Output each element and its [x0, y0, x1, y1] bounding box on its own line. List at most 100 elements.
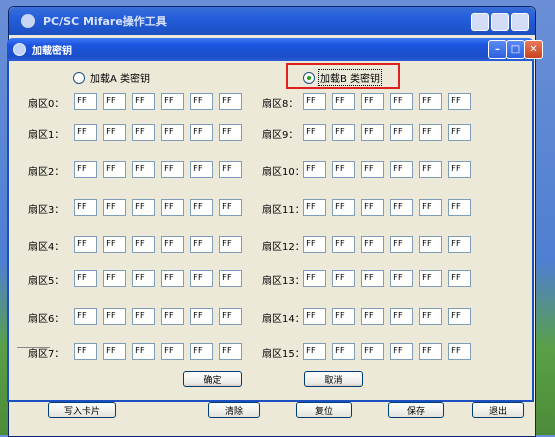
- key-byte-input[interactable]: FF: [74, 199, 97, 216]
- key-byte-input[interactable]: FF: [419, 161, 442, 178]
- key-byte-input[interactable]: FF: [332, 161, 355, 178]
- key-byte-input[interactable]: FF: [219, 343, 242, 360]
- key-byte-input[interactable]: FF: [332, 343, 355, 360]
- key-byte-input[interactable]: FF: [161, 343, 184, 360]
- reset-button[interactable]: 复位: [296, 402, 352, 418]
- key-byte-input[interactable]: FF: [132, 308, 155, 325]
- key-byte-input[interactable]: FF: [219, 93, 242, 110]
- key-byte-input[interactable]: FF: [74, 270, 97, 287]
- minimize-icon[interactable]: [471, 13, 489, 31]
- key-byte-input[interactable]: FF: [419, 124, 442, 141]
- key-byte-input[interactable]: FF: [419, 270, 442, 287]
- key-byte-input[interactable]: FF: [132, 236, 155, 253]
- key-byte-input[interactable]: FF: [419, 343, 442, 360]
- minimize-icon[interactable]: –: [488, 40, 507, 59]
- key-byte-input[interactable]: FF: [419, 199, 442, 216]
- clear-button[interactable]: 清除: [208, 402, 260, 418]
- key-byte-input[interactable]: FF: [448, 270, 471, 287]
- key-byte-input[interactable]: FF: [132, 161, 155, 178]
- key-byte-input[interactable]: FF: [390, 343, 413, 360]
- key-byte-input[interactable]: FF: [448, 161, 471, 178]
- key-byte-input[interactable]: FF: [103, 199, 126, 216]
- key-byte-input[interactable]: FF: [303, 93, 326, 110]
- ok-button[interactable]: 确定: [183, 371, 242, 387]
- key-byte-input[interactable]: FF: [303, 199, 326, 216]
- close-icon[interactable]: ✕: [524, 40, 543, 59]
- key-byte-input[interactable]: FF: [419, 308, 442, 325]
- key-byte-input[interactable]: FF: [332, 236, 355, 253]
- key-byte-input[interactable]: FF: [303, 124, 326, 141]
- key-byte-input[interactable]: FF: [361, 161, 384, 178]
- key-byte-input[interactable]: FF: [332, 199, 355, 216]
- key-byte-input[interactable]: FF: [74, 343, 97, 360]
- key-byte-input[interactable]: FF: [390, 308, 413, 325]
- key-byte-input[interactable]: FF: [448, 93, 471, 110]
- key-byte-input[interactable]: FF: [448, 124, 471, 141]
- key-byte-input[interactable]: FF: [103, 236, 126, 253]
- key-byte-input[interactable]: FF: [161, 161, 184, 178]
- key-byte-input[interactable]: FF: [390, 124, 413, 141]
- key-byte-input[interactable]: FF: [332, 124, 355, 141]
- key-byte-input[interactable]: FF: [448, 308, 471, 325]
- key-byte-input[interactable]: FF: [303, 270, 326, 287]
- key-byte-input[interactable]: FF: [303, 161, 326, 178]
- cancel-button[interactable]: 取消: [304, 371, 363, 387]
- key-byte-input[interactable]: FF: [103, 308, 126, 325]
- key-byte-input[interactable]: FF: [390, 270, 413, 287]
- key-byte-input[interactable]: FF: [132, 199, 155, 216]
- key-byte-input[interactable]: FF: [219, 270, 242, 287]
- key-byte-input[interactable]: FF: [361, 199, 384, 216]
- key-byte-input[interactable]: FF: [390, 236, 413, 253]
- key-byte-input[interactable]: FF: [103, 270, 126, 287]
- key-byte-input[interactable]: FF: [190, 161, 213, 178]
- write-card-button[interactable]: 写入卡片: [48, 402, 116, 418]
- key-byte-input[interactable]: FF: [190, 343, 213, 360]
- key-byte-input[interactable]: FF: [390, 161, 413, 178]
- key-byte-input[interactable]: FF: [74, 236, 97, 253]
- key-byte-input[interactable]: FF: [132, 343, 155, 360]
- key-byte-input[interactable]: FF: [190, 236, 213, 253]
- key-byte-input[interactable]: FF: [448, 236, 471, 253]
- key-byte-input[interactable]: FF: [74, 124, 97, 141]
- key-byte-input[interactable]: FF: [219, 308, 242, 325]
- key-byte-input[interactable]: FF: [361, 343, 384, 360]
- key-byte-input[interactable]: FF: [361, 236, 384, 253]
- key-byte-input[interactable]: FF: [219, 161, 242, 178]
- key-byte-input[interactable]: FF: [161, 199, 184, 216]
- key-byte-input[interactable]: FF: [419, 93, 442, 110]
- close-icon[interactable]: [511, 13, 529, 31]
- maximize-icon[interactable]: □: [506, 40, 525, 59]
- key-byte-input[interactable]: FF: [190, 199, 213, 216]
- key-byte-input[interactable]: FF: [132, 93, 155, 110]
- key-byte-input[interactable]: FF: [103, 161, 126, 178]
- key-byte-input[interactable]: FF: [332, 270, 355, 287]
- load-key-a-radio[interactable]: 加载A 类密钥: [73, 69, 152, 86]
- key-byte-input[interactable]: FF: [448, 199, 471, 216]
- key-byte-input[interactable]: FF: [190, 270, 213, 287]
- key-byte-input[interactable]: FF: [361, 270, 384, 287]
- key-byte-input[interactable]: FF: [190, 124, 213, 141]
- key-byte-input[interactable]: FF: [161, 270, 184, 287]
- key-byte-input[interactable]: FF: [361, 124, 384, 141]
- key-byte-input[interactable]: FF: [361, 308, 384, 325]
- key-byte-input[interactable]: FF: [103, 124, 126, 141]
- key-byte-input[interactable]: FF: [190, 308, 213, 325]
- key-byte-input[interactable]: FF: [161, 124, 184, 141]
- key-byte-input[interactable]: FF: [361, 93, 384, 110]
- key-byte-input[interactable]: FF: [332, 93, 355, 110]
- key-byte-input[interactable]: FF: [132, 270, 155, 287]
- key-byte-input[interactable]: FF: [132, 124, 155, 141]
- key-byte-input[interactable]: FF: [448, 343, 471, 360]
- key-byte-input[interactable]: FF: [303, 308, 326, 325]
- key-byte-input[interactable]: FF: [103, 93, 126, 110]
- key-byte-input[interactable]: FF: [303, 343, 326, 360]
- key-byte-input[interactable]: FF: [219, 124, 242, 141]
- key-byte-input[interactable]: FF: [161, 308, 184, 325]
- exit-button[interactable]: 退出: [472, 402, 524, 418]
- save-button[interactable]: 保存: [388, 402, 444, 418]
- key-byte-input[interactable]: FF: [103, 343, 126, 360]
- key-byte-input[interactable]: FF: [161, 236, 184, 253]
- key-byte-input[interactable]: FF: [74, 93, 97, 110]
- key-byte-input[interactable]: FF: [219, 199, 242, 216]
- maximize-icon[interactable]: [491, 13, 509, 31]
